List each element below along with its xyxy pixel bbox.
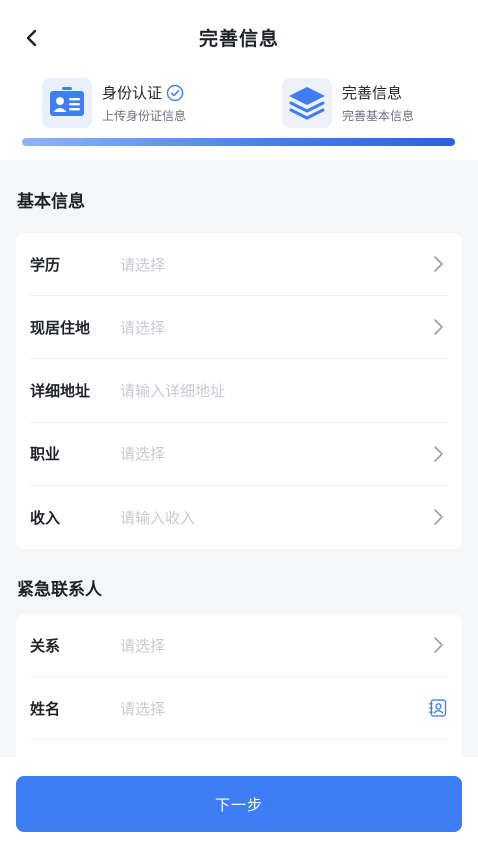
- row-placeholder: 请选择: [120, 445, 166, 464]
- chevron-right-icon: [428, 635, 448, 655]
- row-placeholder: 请选择: [120, 255, 166, 274]
- step-title: 身份认证: [102, 84, 163, 102]
- page-title: 完善信息: [198, 28, 279, 50]
- row-placeholder: 请选择: [120, 318, 166, 337]
- row-label: 职业: [30, 445, 61, 464]
- top-area: 完善信息 身份认证 上传身份证信息 完善信息 完善基本信息: [0, 0, 478, 160]
- bottom-bar: 下一步: [0, 757, 478, 850]
- form-row-education[interactable]: 学历 请选择: [30, 233, 448, 297]
- step-identity: 身份认证 上传身份证信息: [42, 75, 186, 131]
- section-title-basic: 基本信息: [17, 192, 85, 212]
- step-title: 完善信息: [342, 84, 403, 102]
- contact-book-icon[interactable]: [428, 698, 448, 718]
- id-card-icon: [50, 87, 84, 116]
- row-label: 姓名: [30, 699, 61, 718]
- row-placeholder: 请选择: [120, 636, 166, 655]
- chevron-right-icon: [428, 254, 448, 274]
- row-label: 关系: [30, 636, 61, 655]
- step-indicator: 身份认证 上传身份证信息 完善信息 完善基本信息: [0, 75, 478, 131]
- progress-bar: [22, 138, 455, 146]
- section-title-emergency: 紧急联系人: [17, 580, 102, 600]
- navigation-bar: 完善信息: [0, 18, 478, 58]
- address-input[interactable]: 请输入详细地址: [120, 380, 448, 401]
- step-subtitle: 完善基本信息: [342, 109, 415, 123]
- row-label: 现居住地: [30, 318, 91, 337]
- step-icon-box: [42, 78, 92, 128]
- next-step-button[interactable]: 下一步: [16, 776, 462, 832]
- income-input[interactable]: 请输入收入: [120, 507, 428, 528]
- row-placeholder: 请选择: [120, 699, 166, 718]
- chevron-right-icon: [428, 507, 448, 527]
- form-row-relation[interactable]: 关系 请选择: [30, 614, 448, 677]
- layers-icon: [289, 87, 325, 120]
- form-row-residence[interactable]: 现居住地 请选择: [30, 296, 448, 360]
- form-row-occupation[interactable]: 职业 请选择: [30, 423, 448, 486]
- row-label: 详细地址: [30, 381, 91, 400]
- form-row-address[interactable]: 详细地址 请输入详细地址: [30, 359, 448, 423]
- basic-info-card: 学历 请选择 现居住地 请选择 详细地址 请输入详细地址 职业 请选择 收入 请…: [16, 233, 462, 549]
- step-complete-info: 完善信息 完善基本信息: [282, 75, 414, 131]
- chevron-right-icon: [428, 444, 448, 464]
- chevron-right-icon: [428, 317, 448, 337]
- row-label: 收入: [30, 508, 61, 527]
- step-subtitle: 上传身份证信息: [102, 109, 187, 123]
- emergency-contact-card: 关系 请选择 姓名 请选择: [16, 614, 462, 774]
- row-label: 学历: [30, 255, 61, 274]
- form-row-name[interactable]: 姓名 请选择: [30, 677, 448, 740]
- step-icon-box: [282, 78, 332, 128]
- form-row-income[interactable]: 收入 请输入收入: [30, 486, 448, 549]
- check-circle-icon: [166, 84, 184, 102]
